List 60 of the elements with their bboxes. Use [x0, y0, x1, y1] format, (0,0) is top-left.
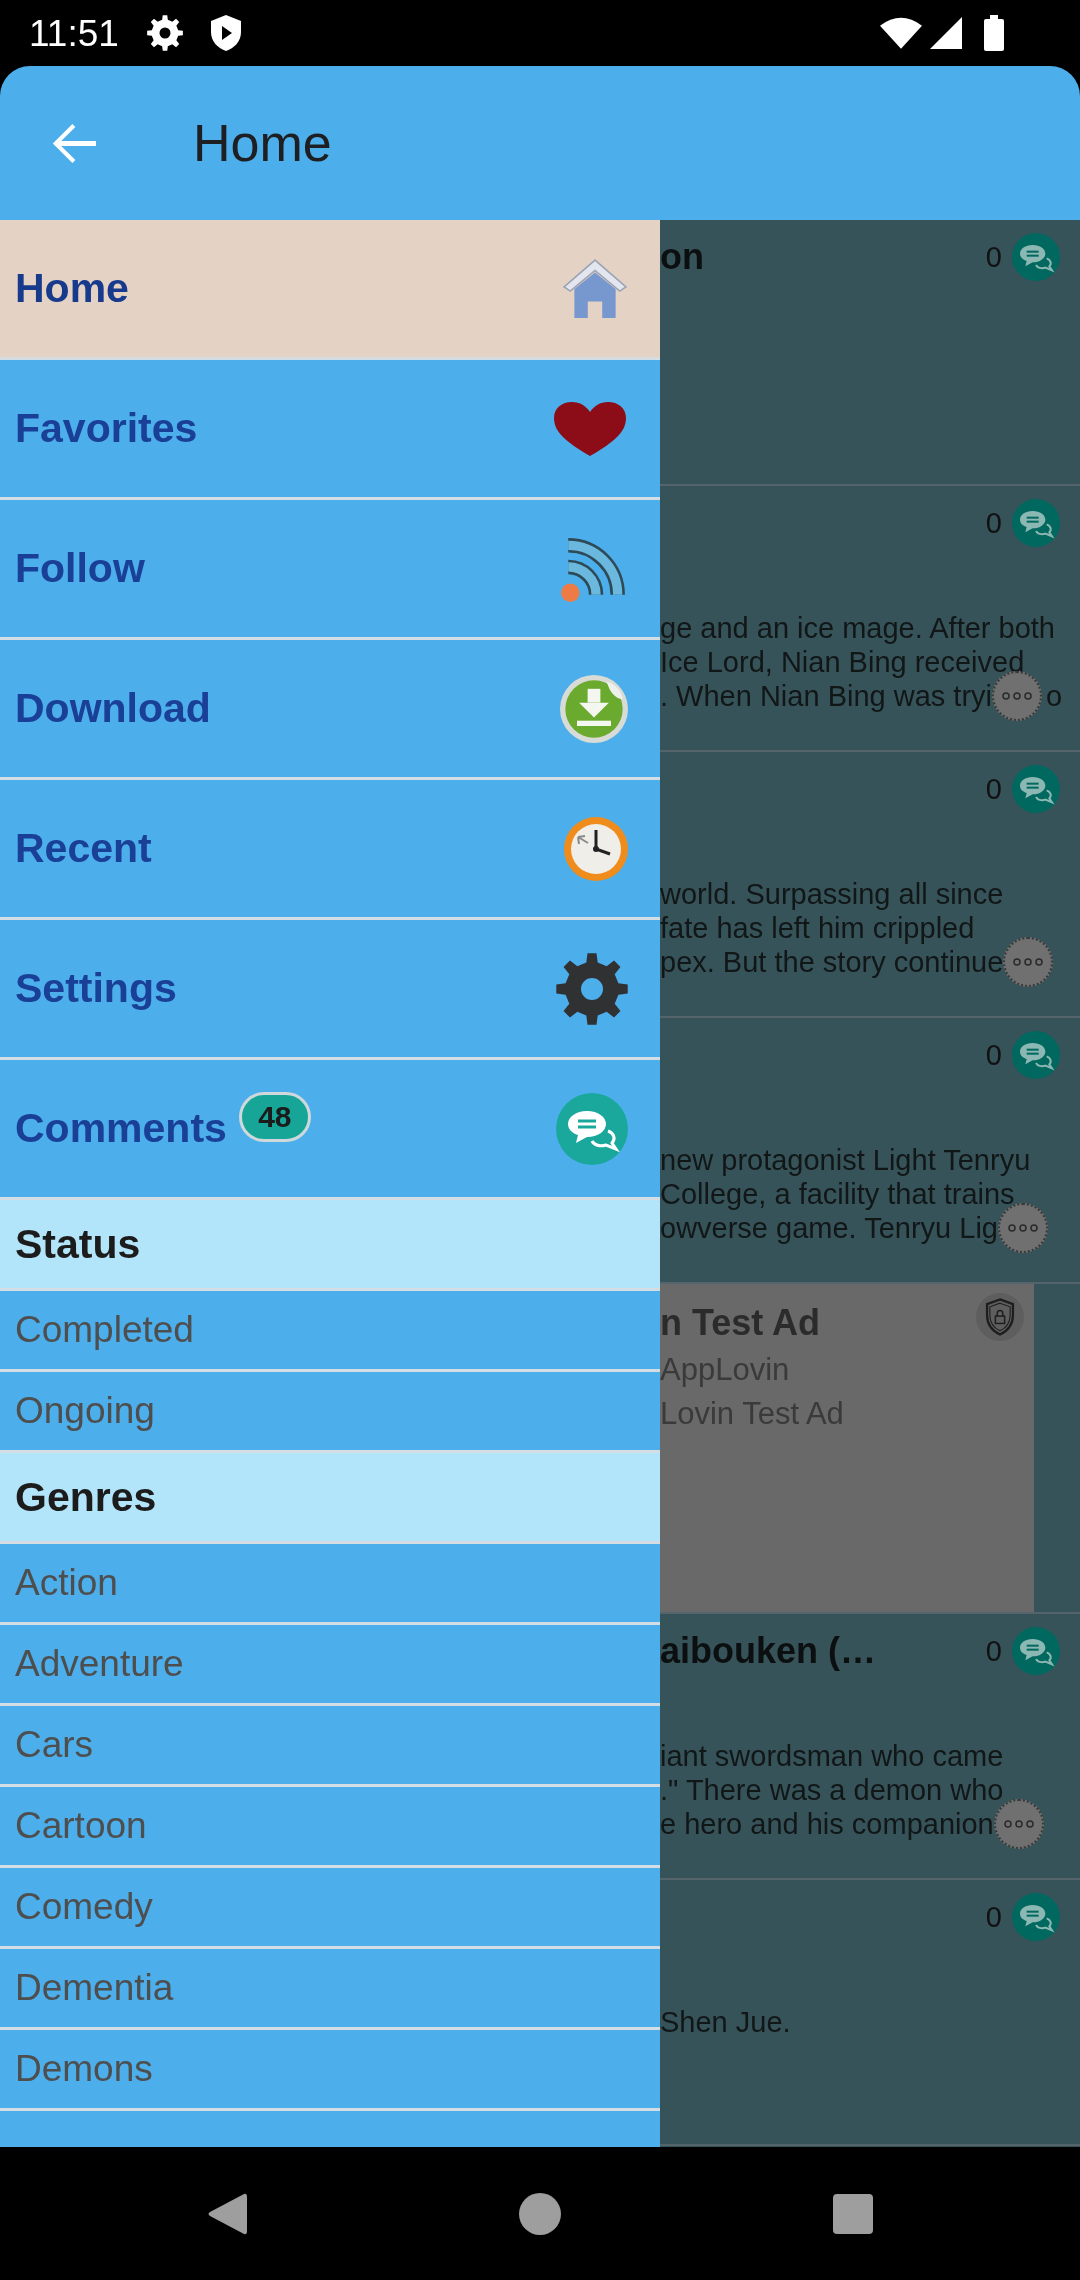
comment-count: 0 — [985, 1634, 1002, 1668]
story-title: on — [660, 236, 704, 278]
more-button[interactable] — [1003, 937, 1054, 987]
comment-count: 0 — [985, 1038, 1002, 1072]
description-line: . When Nian Bing was tryi — [660, 679, 992, 713]
comment-count: 0 — [985, 240, 1002, 274]
battery-icon — [984, 15, 1004, 51]
status-time: 11:51 — [29, 14, 119, 52]
comment-icon[interactable] — [1012, 765, 1060, 813]
description-line: owverse game. Tenryu Lig — [660, 1211, 998, 1245]
app-bar-title: Home — [193, 112, 332, 174]
clock-icon — [564, 816, 628, 881]
back-icon[interactable] — [207, 2191, 247, 2236]
settings-icon — [556, 952, 628, 1025]
more-button[interactable] — [992, 671, 1042, 721]
section-header: Genres — [0, 1453, 660, 1544]
settings-icon — [146, 15, 183, 51]
home-icon[interactable] — [519, 2192, 561, 2235]
ellipsis-icon — [1003, 1820, 1034, 1828]
story-title: aibouken (… — [660, 1630, 877, 1672]
more-button[interactable] — [993, 1799, 1044, 1849]
description-line: College, a facility that trains — [660, 1177, 1015, 1211]
comment-icon[interactable] — [1012, 1627, 1060, 1675]
description-line: Ice Lord, Nian Bing received — [660, 645, 1025, 679]
download-icon — [560, 674, 628, 743]
house-icon — [562, 257, 628, 320]
cellular-signal-icon — [930, 17, 962, 49]
comment-icon[interactable] — [1012, 233, 1060, 281]
comment-count: 0 — [985, 506, 1002, 540]
shield-lock-icon — [976, 1293, 1024, 1341]
description-line: ." There was a demon who — [660, 1773, 1004, 1807]
shield-play-icon — [210, 15, 241, 51]
description-line: ge and an ice mage. After both — [660, 611, 1055, 645]
description-line: iant swordsman who came — [660, 1739, 1004, 1773]
description-fragment: o — [1046, 679, 1063, 713]
description-line: new protagonist Light Tenryu — [660, 1143, 1031, 1177]
description-line: pex. But the story continue — [660, 945, 1004, 979]
comment-icon[interactable] — [1012, 499, 1060, 547]
heart-icon — [552, 399, 628, 458]
ellipsis-icon — [1002, 692, 1032, 700]
drawer-menu-item[interactable]: Home — [0, 220, 660, 360]
more-button[interactable] — [998, 1203, 1048, 1253]
comment-count: 0 — [985, 1900, 1002, 1934]
comment-icon[interactable] — [1012, 1893, 1060, 1941]
feed-icon — [560, 535, 628, 602]
description-line: fate has left him crippled — [660, 911, 975, 945]
recents-icon[interactable] — [833, 2193, 873, 2234]
back-arrow-icon[interactable] — [52, 122, 96, 164]
ad-title: n Test Ad — [660, 1301, 821, 1345]
chat-bubbles-icon — [556, 1092, 628, 1165]
ellipsis-icon — [1008, 1224, 1038, 1232]
description-line: Shen Jue. — [660, 2005, 791, 2039]
section-header: Status — [0, 1200, 660, 1291]
comment-icon[interactable] — [1012, 1031, 1060, 1079]
description-line: world. Surpassing all since — [660, 877, 1004, 911]
description-line: e hero and his companion — [660, 1807, 994, 1841]
ellipsis-icon — [1013, 958, 1044, 966]
wifi-icon — [880, 17, 922, 49]
comment-count: 0 — [985, 772, 1002, 806]
count-badge: 48 — [238, 1092, 311, 1142]
